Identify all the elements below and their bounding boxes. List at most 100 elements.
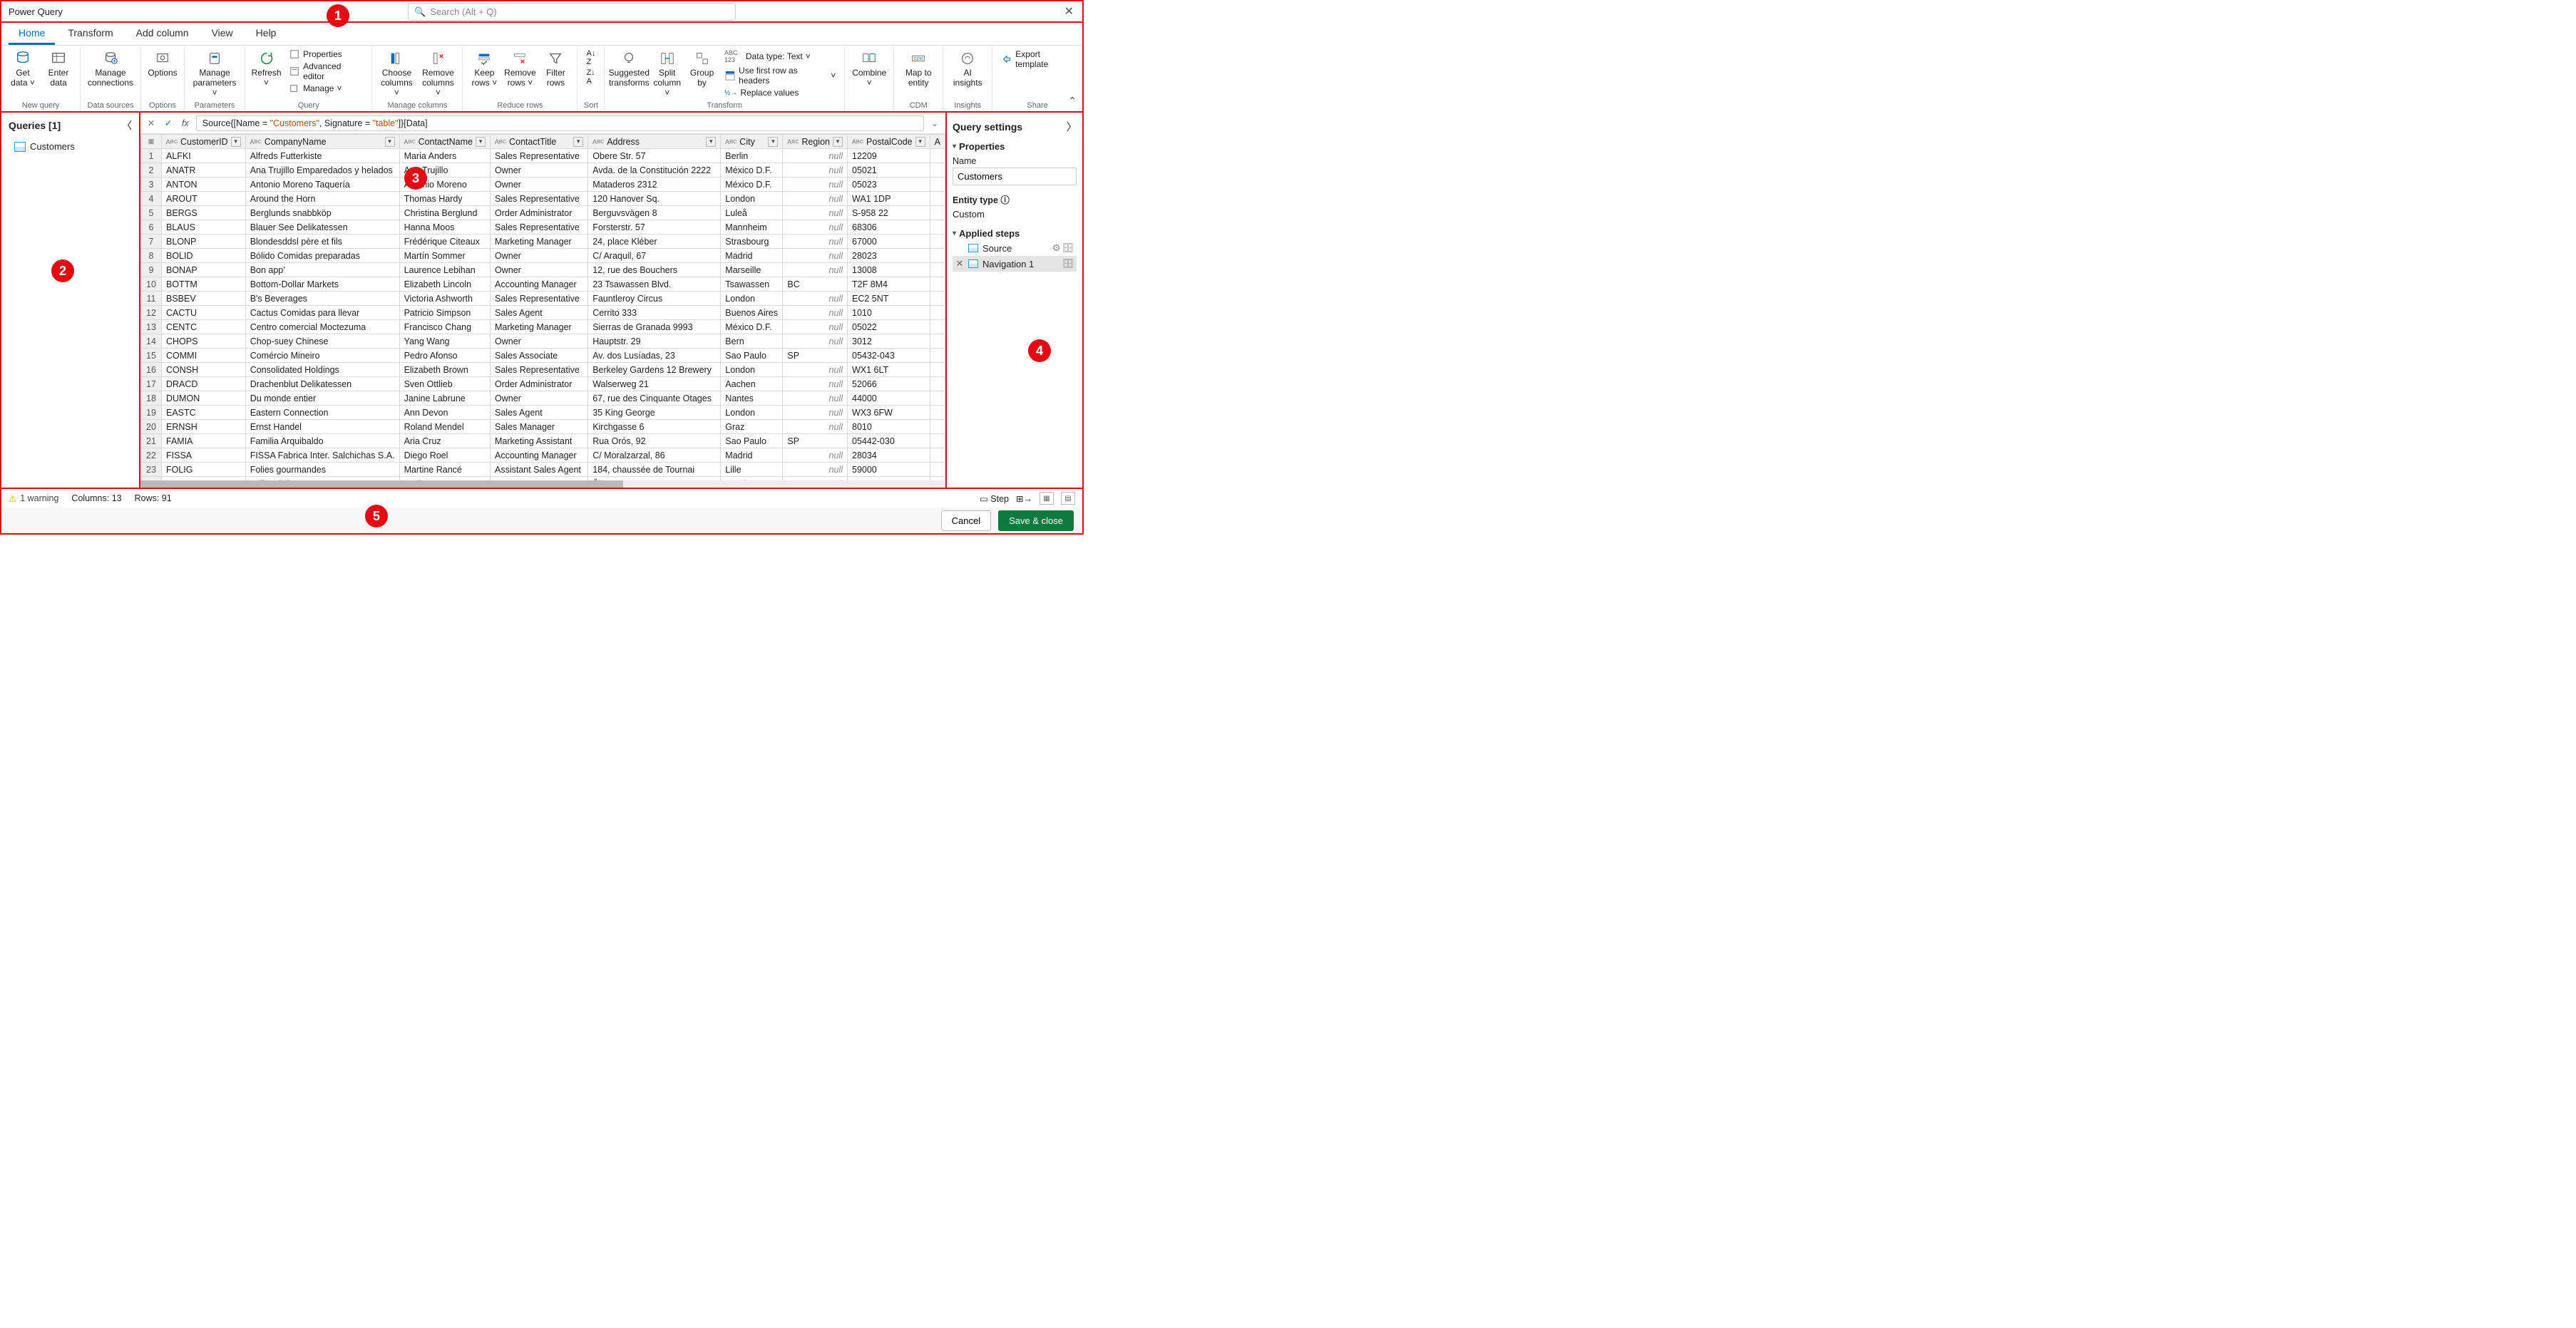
db-icon[interactable]: 🗄 xyxy=(1062,242,1074,254)
ribbon-collapse-icon[interactable]: ⌃ xyxy=(1068,95,1077,107)
properties-section[interactable]: Properties xyxy=(953,137,1077,153)
applied-steps-section[interactable]: Applied steps xyxy=(953,221,1077,240)
global-search-input[interactable]: 🔍 Search (Alt + Q) xyxy=(408,3,736,21)
query-settings-pane: Query settings 〉 Properties Name Entity … xyxy=(947,113,1082,488)
tab-home[interactable]: Home xyxy=(9,23,55,45)
manage-connections-button[interactable]: Manage connections xyxy=(85,48,136,90)
refresh-button[interactable]: Refresh˅ xyxy=(250,48,283,90)
commit-formula-icon[interactable]: ✓ xyxy=(162,118,175,128)
column-header[interactable]: ABCContactTitle▾ xyxy=(491,135,588,149)
table-row[interactable]: 2ANATRAna Trujillo Emparedados y helados… xyxy=(141,163,945,177)
list-view-icon[interactable]: ▤ xyxy=(1061,492,1075,505)
table-row[interactable]: 6BLAUSBlauer See DelikatessenHanna MoosS… xyxy=(141,220,945,235)
cancel-formula-icon[interactable]: ✕ xyxy=(145,118,158,128)
callout-2: 2 xyxy=(51,259,74,282)
export-template-button[interactable]: Export template xyxy=(1000,48,1075,70)
table-row[interactable]: 11BSBEVB's BeveragesVictoria AshworthSal… xyxy=(141,292,945,306)
table-row[interactable]: 18DUMONDu monde entierJanine LabruneOwne… xyxy=(141,391,945,406)
data-grid[interactable]: ▦ABCCustomerID▾ABCCompanyName▾ABCContact… xyxy=(140,134,945,480)
remove-rows-button[interactable]: Remove rows ˅ xyxy=(503,48,537,90)
query-item-customers[interactable]: Customers xyxy=(1,138,139,155)
gear-icon[interactable]: ⚙ xyxy=(1052,242,1061,254)
get-data-button[interactable]: Get data ˅ xyxy=(6,48,40,90)
delete-step-icon[interactable]: ✕ xyxy=(955,258,964,269)
column-header[interactable]: ABCAddress▾ xyxy=(588,135,721,149)
db-icon[interactable]: 🗄 xyxy=(1062,258,1074,269)
table-row[interactable]: 7BLONPBlondesddsl père et filsFrédérique… xyxy=(141,235,945,249)
group-label: Query xyxy=(298,100,319,111)
step-source[interactable]: Source ⚙🗄 xyxy=(953,240,1077,256)
remove-columns-button[interactable]: Remove columns ˅ xyxy=(418,48,458,99)
group-label: Options xyxy=(149,100,176,111)
column-header[interactable]: ABCPostalCode▾ xyxy=(848,135,930,149)
table-row[interactable]: 14CHOPSChop-suey ChineseYang WangOwnerHa… xyxy=(141,334,945,349)
table-row[interactable]: 9BONAPBon app'Laurence LebihanOwner12, r… xyxy=(141,263,945,277)
manage-parameters-button[interactable]: Manage parameters ˅ xyxy=(189,48,240,99)
cancel-button[interactable]: Cancel xyxy=(941,510,991,531)
table-row[interactable]: 13CENTCCentro comercial MoctezumaFrancis… xyxy=(141,320,945,334)
column-header[interactable]: ABCRegion▾ xyxy=(783,135,848,149)
table-row[interactable]: 21FAMIAFamilia ArquibaldoAria CruzMarket… xyxy=(141,434,945,448)
combine-button[interactable]: Combine˅ xyxy=(849,48,889,90)
table-row[interactable]: 8BOLIDBólido Comidas preparadasMartín So… xyxy=(141,249,945,263)
enter-data-button[interactable]: Enter data xyxy=(41,48,76,90)
table-row[interactable]: 1ALFKIAlfreds FutterkisteMaria AndersSal… xyxy=(141,149,945,163)
map-to-entity-button[interactable]: CDM Map to entity xyxy=(898,48,938,90)
gear-icon xyxy=(153,50,173,67)
table-row[interactable]: 10BOTTMBottom-Dollar MarketsElizabeth Li… xyxy=(141,277,945,292)
advanced-editor-button[interactable]: Advanced editor xyxy=(287,61,364,82)
query-name-input[interactable] xyxy=(953,168,1077,185)
group-by-button[interactable]: Group by xyxy=(685,48,719,90)
tab-transform[interactable]: Transform xyxy=(58,23,123,45)
grid-view-icon[interactable]: ▦ xyxy=(1040,492,1054,505)
options-button[interactable]: Options xyxy=(145,48,180,80)
ai-insights-button[interactable]: AI insights xyxy=(948,48,987,90)
diagram-view-icon[interactable]: ⊞→ xyxy=(1016,493,1032,504)
warning-status[interactable]: ⚠1 warning xyxy=(9,493,58,504)
table-row[interactable]: 12CACTUCactus Comidas para llevarPatrici… xyxy=(141,306,945,320)
table-row[interactable]: 22FISSAFISSA Fabrica Inter. Salchichas S… xyxy=(141,448,945,463)
keep-rows-button[interactable]: Keep rows ˅ xyxy=(467,48,501,90)
table-row[interactable]: 15COMMIComércio MineiroPedro AfonsoSales… xyxy=(141,349,945,363)
ribbon: Get data ˅ Enter data New query Manage c… xyxy=(1,46,1082,113)
tab-help[interactable]: Help xyxy=(246,23,287,45)
table-row[interactable]: 19EASTCEastern ConnectionAnn DevonSales … xyxy=(141,406,945,420)
ribbon-tabs: Home Transform Add column View Help xyxy=(1,23,1082,46)
formula-bar[interactable]: Source{[Name = "Customers", Signature = … xyxy=(196,115,924,131)
horizontal-scrollbar[interactable] xyxy=(140,480,945,488)
table-row[interactable]: 20ERNSHErnst HandelRoland MendelSales Ma… xyxy=(141,420,945,434)
save-close-button[interactable]: Save & close xyxy=(998,510,1074,531)
bulb-icon xyxy=(619,50,639,67)
tab-add-column[interactable]: Add column xyxy=(126,23,199,45)
column-header[interactable]: ABCCompanyName▾ xyxy=(245,135,399,149)
data-type-button[interactable]: ABC123 Data type: Text ˅ xyxy=(723,48,837,64)
choose-columns-button[interactable]: Choose columns ˅ xyxy=(376,48,416,99)
properties-button[interactable]: Properties xyxy=(287,48,364,60)
table-row[interactable]: 3ANTONAntonio Moreno TaqueríaAntonio Mor… xyxy=(141,177,945,192)
suggested-transforms-button[interactable]: Suggested transforms xyxy=(609,48,649,90)
filter-rows-button[interactable]: Filter rows xyxy=(538,48,573,90)
fx-icon[interactable]: fx xyxy=(179,118,192,128)
replace-values-button[interactable]: ½→Replace values xyxy=(723,87,837,98)
table-row[interactable]: 17DRACDDrachenblut DelikatessenSven Ottl… xyxy=(141,377,945,391)
collapse-queries-icon[interactable]: 〈 xyxy=(122,118,132,133)
column-header[interactable]: ABCContactName▾ xyxy=(399,135,490,149)
table-row[interactable]: 5BERGSBerglunds snabbköpChristina Berglu… xyxy=(141,206,945,220)
table-row[interactable]: 23FOLIGFolies gourmandesMartine RancéAss… xyxy=(141,463,945,477)
column-header[interactable]: ABCCity▾ xyxy=(721,135,783,149)
sort-asc-button[interactable]: A↓Z xyxy=(585,48,597,67)
table-row[interactable]: 4AROUTAround the HornThomas HardySales R… xyxy=(141,192,945,206)
tab-view[interactable]: View xyxy=(202,23,243,45)
manage-button[interactable]: Manage ˅ xyxy=(287,83,364,94)
step-button[interactable]: ▭ Step xyxy=(980,493,1009,504)
expand-settings-icon[interactable]: 〉 xyxy=(1067,120,1077,134)
column-header[interactable]: ABCCustomerID▾ xyxy=(162,135,246,149)
split-column-button[interactable]: Split column ˅ xyxy=(650,48,684,99)
use-first-row-button[interactable]: Use first row as headers ˅ xyxy=(723,65,837,86)
sort-desc-button[interactable]: Z↓A xyxy=(585,68,597,86)
close-icon[interactable]: ✕ xyxy=(1060,4,1078,19)
step-navigation[interactable]: ✕ Navigation 1 🗄 xyxy=(953,256,1077,272)
table-row[interactable]: 16CONSHConsolidated HoldingsElizabeth Br… xyxy=(141,363,945,377)
columns-status: Columns: 13 xyxy=(71,493,121,503)
expand-formula-icon[interactable]: ⌄ xyxy=(928,118,941,128)
